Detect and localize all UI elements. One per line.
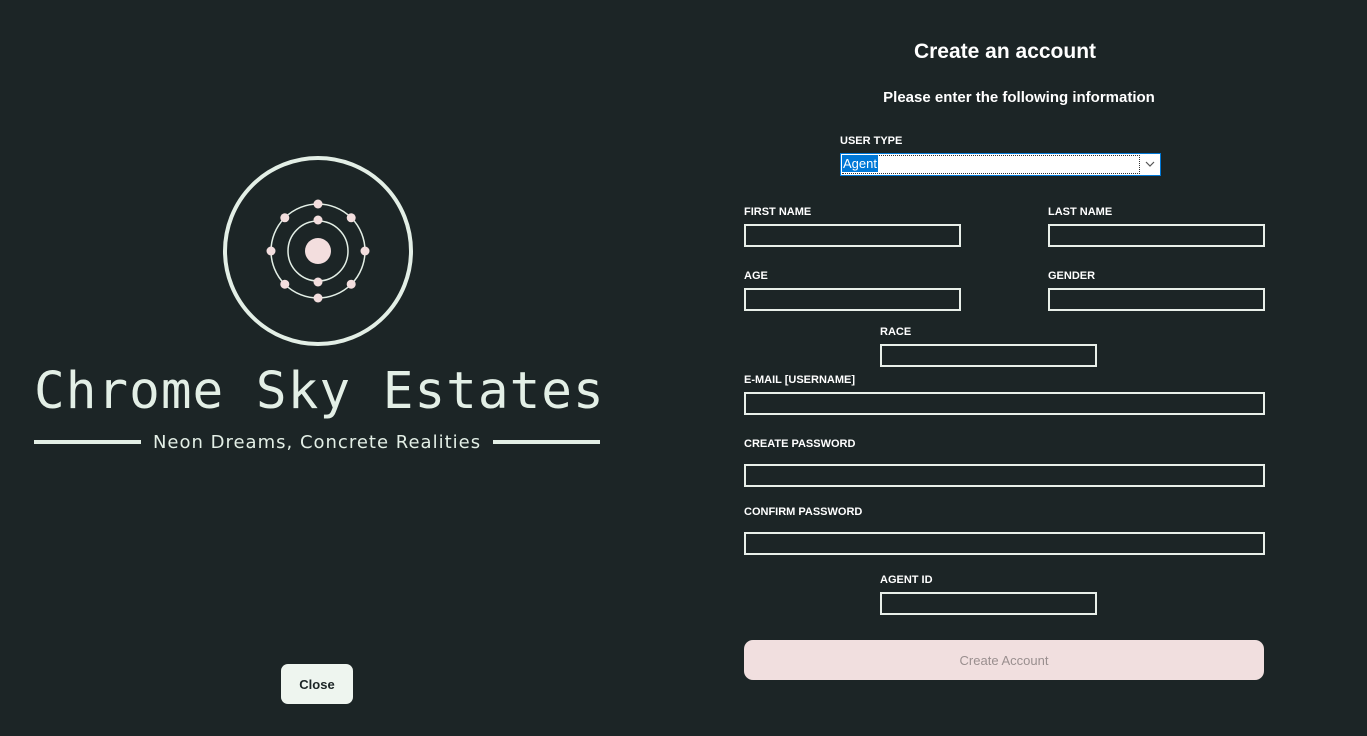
user-type-select[interactable]: Agent (840, 153, 1161, 176)
age-label: AGE (744, 270, 768, 282)
form-title: Create an account (913, 40, 1097, 63)
race-label: RACE (880, 326, 912, 338)
select-focus-ring (842, 155, 1140, 174)
tagline-divider-left (34, 440, 141, 444)
confirm-password-field[interactable] (744, 532, 1265, 555)
tagline-row: Neon Dreams, Concrete Realities (34, 430, 601, 454)
user-type-label: USER TYPE (840, 135, 903, 147)
form-subtitle: Please enter the following information (883, 89, 1155, 106)
create-password-field[interactable] (744, 464, 1265, 487)
chevron-down-icon (1145, 161, 1155, 167)
agent-id-field[interactable] (880, 592, 1097, 615)
create-password-label: CREATE PASSWORD (744, 438, 856, 450)
brand-name: Chrome Sky Estates (34, 362, 605, 421)
first-name-field[interactable] (744, 224, 961, 247)
create-account-page: Chrome Sky Estates Neon Dreams, Concrete… (0, 0, 1367, 736)
gender-label: GENDER (1048, 270, 1096, 282)
email-field[interactable] (744, 392, 1265, 415)
email-label: E-MAIL [USERNAME] (744, 374, 856, 386)
brand-tagline: Neon Dreams, Concrete Realities (152, 431, 482, 453)
confirm-password-label: CONFIRM PASSWORD (744, 506, 863, 518)
gender-field[interactable] (1048, 288, 1265, 311)
last-name-label: LAST NAME (1048, 206, 1113, 218)
user-type-selected-value: Agent (842, 155, 878, 172)
race-field[interactable] (880, 344, 1097, 367)
atom-logo-icon (223, 156, 413, 346)
create-account-button[interactable]: Create Account (744, 640, 1264, 680)
close-button[interactable]: Close (281, 664, 353, 704)
last-name-field[interactable] (1048, 224, 1265, 247)
age-field[interactable] (744, 288, 961, 311)
tagline-divider-right (493, 440, 601, 444)
first-name-label: FIRST NAME (744, 206, 812, 218)
agent-id-label: AGENT ID (880, 574, 933, 586)
